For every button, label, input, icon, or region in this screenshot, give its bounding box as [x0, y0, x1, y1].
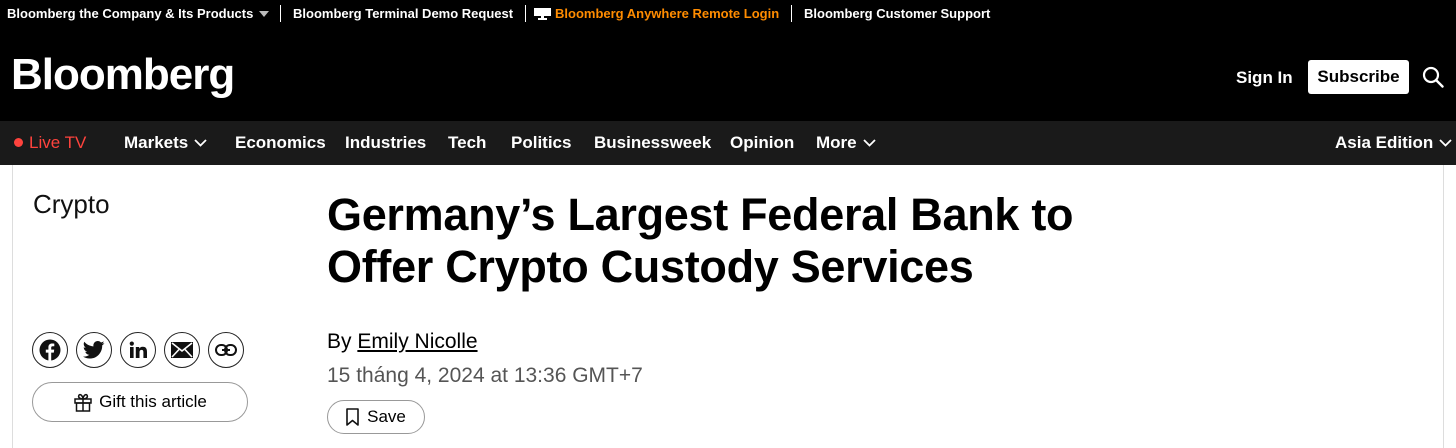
nav-edition[interactable]: Asia Edition: [1335, 133, 1452, 153]
utility-bar: Bloomberg the Company & Its Products Blo…: [0, 0, 1456, 28]
headline-line-1: Germany’s Largest Federal Bank to: [327, 189, 1074, 240]
main-nav: Live TV Markets Economics Industries Tec…: [0, 121, 1456, 165]
nav-opinion[interactable]: Opinion: [730, 133, 794, 153]
gift-article-label: Gift this article: [99, 392, 207, 411]
nav-businessweek[interactable]: Businessweek: [594, 133, 711, 153]
bookmark-icon: [346, 408, 359, 426]
company-products-label: Bloomberg the Company & Its Products: [7, 6, 254, 21]
divider: [791, 5, 792, 22]
nav-live-tv[interactable]: Live TV: [14, 133, 86, 153]
nav-live-label: Live TV: [29, 133, 87, 152]
content-right-border: [1443, 165, 1444, 448]
nav-markets[interactable]: Markets: [124, 133, 207, 153]
nav-politics[interactable]: Politics: [511, 133, 571, 153]
share-email-button[interactable]: [164, 332, 200, 368]
subscribe-button[interactable]: Subscribe: [1308, 60, 1409, 94]
anywhere-login-link[interactable]: Bloomberg Anywhere Remote Login: [534, 6, 779, 21]
nav-markets-label: Markets: [124, 133, 189, 152]
headline-line-2: Offer Crypto Custody Services: [327, 241, 974, 292]
nav-economics[interactable]: Economics: [235, 133, 326, 153]
monitor-icon: [534, 8, 551, 20]
chevron-down-icon: [194, 139, 207, 147]
byline: By Emily Nicolle: [327, 330, 478, 354]
search-icon[interactable]: [1422, 66, 1444, 88]
twitter-icon: [83, 341, 105, 359]
email-icon: [171, 342, 193, 358]
nav-more-label: More: [816, 133, 857, 152]
nav-tech[interactable]: Tech: [448, 133, 486, 153]
edition-label: Asia Edition: [1335, 133, 1434, 152]
company-products-link[interactable]: Bloomberg the Company & Its Products: [7, 6, 270, 21]
anywhere-login-label: Bloomberg Anywhere Remote Login: [555, 6, 780, 21]
save-label: Save: [367, 407, 406, 426]
share-facebook-button[interactable]: [32, 332, 68, 368]
linkedin-icon: [129, 341, 147, 358]
sign-in-link[interactable]: Sign In: [1236, 68, 1293, 88]
bloomberg-logo[interactable]: Bloomberg: [11, 50, 235, 100]
save-button[interactable]: Save: [327, 400, 425, 434]
byline-prefix: By: [327, 330, 352, 353]
share-linkedin-button[interactable]: [120, 332, 156, 368]
article-headline: Germany’s Largest Federal Bank to Offer C…: [327, 189, 1227, 293]
divider: [280, 5, 281, 22]
gift-icon: [74, 393, 92, 412]
section-label[interactable]: Crypto: [33, 189, 110, 220]
copy-link-button[interactable]: [208, 332, 244, 368]
share-twitter-button[interactable]: [76, 332, 112, 368]
content-left-border: [12, 165, 13, 448]
nav-more[interactable]: More: [816, 133, 876, 153]
gift-article-button[interactable]: Gift this article: [32, 382, 248, 422]
live-dot-icon: [14, 138, 23, 147]
facebook-icon: [39, 339, 61, 361]
customer-support-link[interactable]: Bloomberg Customer Support: [804, 6, 990, 21]
author-link[interactable]: Emily Nicolle: [357, 330, 477, 353]
nav-industries[interactable]: Industries: [345, 133, 426, 153]
link-icon: [215, 344, 237, 356]
chevron-down-icon: [862, 139, 876, 147]
divider: [525, 5, 526, 22]
terminal-demo-link[interactable]: Bloomberg Terminal Demo Request: [293, 6, 513, 21]
publish-date: 15 tháng 4, 2024 at 13:36 GMT+7: [327, 364, 643, 387]
site-header: Bloomberg Sign In Subscribe: [0, 28, 1456, 121]
caret-down-icon: [259, 11, 270, 17]
chevron-down-icon: [1439, 139, 1452, 147]
